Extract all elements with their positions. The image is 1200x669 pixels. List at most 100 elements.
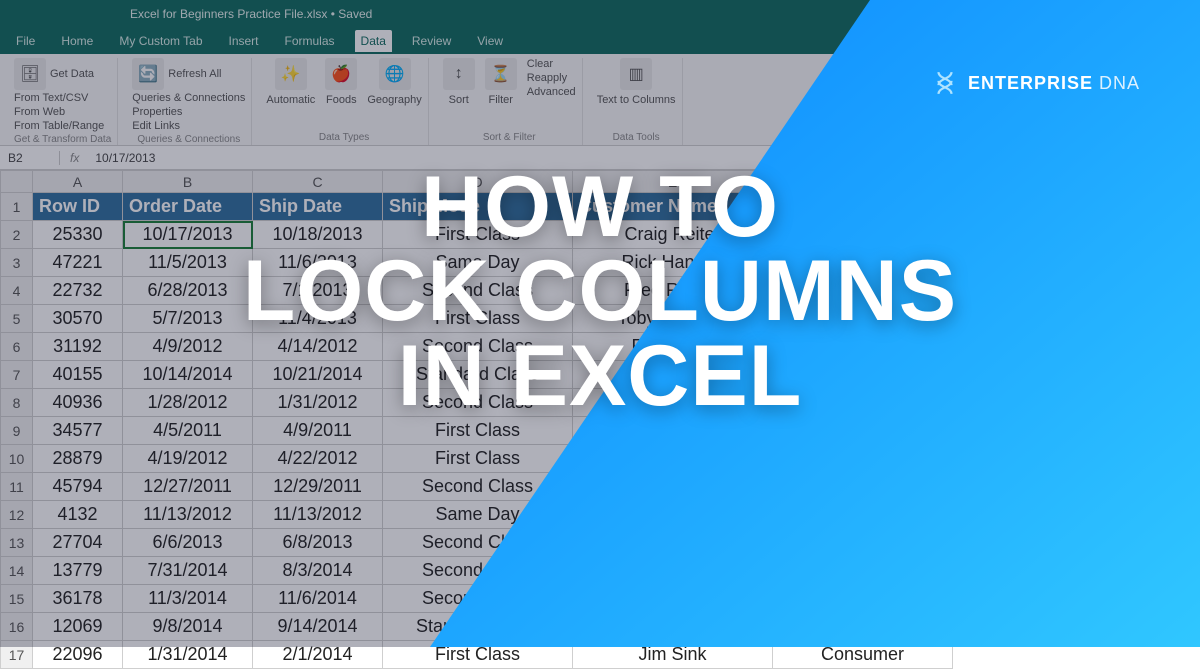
cell[interactable]: 36178 bbox=[33, 585, 123, 613]
cell[interactable]: 7/31/2014 bbox=[123, 557, 253, 585]
row-header[interactable]: 11 bbox=[1, 473, 33, 501]
table-row[interactable]: 13277046/6/20136/8/2013Second ClassPeter… bbox=[1, 529, 953, 557]
cell[interactable]: 5/7/2013 bbox=[123, 305, 253, 333]
data-type-foods[interactable]: 🍎 Foods bbox=[325, 58, 357, 106]
row-header[interactable]: 2 bbox=[1, 221, 33, 249]
cell[interactable]: 1/31/2014 bbox=[123, 641, 253, 669]
filter-button[interactable]: ⏳ Filter bbox=[485, 58, 517, 106]
table-row[interactable]: 10288794/19/20124/22/2012First ClassAnth… bbox=[1, 445, 953, 473]
tab-home[interactable]: Home bbox=[55, 30, 99, 52]
row-header[interactable]: 13 bbox=[1, 529, 33, 557]
get-data-button[interactable]: 🗄 Get Data bbox=[14, 58, 111, 90]
from-text-csv-button[interactable]: From Text/CSV bbox=[14, 92, 111, 104]
queries-connections-button[interactable]: Queries & Connections bbox=[132, 92, 245, 104]
cell[interactable]: 11/13/2012 bbox=[253, 501, 383, 529]
cell[interactable]: 28879 bbox=[33, 445, 123, 473]
cell[interactable]: Vicky Freymann bbox=[573, 501, 773, 529]
text-to-columns-button[interactable]: ▥ Text to Columns bbox=[597, 58, 676, 106]
tab-view[interactable]: View bbox=[471, 30, 509, 52]
cell[interactable]: 25330 bbox=[33, 221, 123, 249]
tab-file[interactable]: File bbox=[10, 30, 41, 52]
cell[interactable]: 4/22/2012 bbox=[253, 445, 383, 473]
name-box[interactable]: B2 bbox=[0, 151, 60, 165]
cell[interactable]: 4132 bbox=[33, 501, 123, 529]
row-header[interactable]: 3 bbox=[1, 249, 33, 277]
cell[interactable]: 22732 bbox=[33, 277, 123, 305]
cell[interactable]: First Class bbox=[383, 445, 573, 473]
cell[interactable]: First Class bbox=[383, 641, 573, 669]
cell[interactable]: 31192 bbox=[33, 333, 123, 361]
cell[interactable]: 45794 bbox=[33, 473, 123, 501]
properties-button[interactable]: Properties bbox=[132, 106, 245, 118]
cell[interactable]: Peter Fuller bbox=[573, 529, 773, 557]
cell[interactable]: 11/5/2013 bbox=[123, 249, 253, 277]
cell[interactable]: Second Class bbox=[383, 557, 573, 585]
edit-links-button[interactable]: Edit Links bbox=[132, 120, 245, 132]
from-web-button[interactable]: From Web bbox=[14, 106, 111, 118]
data-type-automatic[interactable]: ✨ Automatic bbox=[266, 58, 315, 106]
search-box[interactable]: 🔍 Search (Alt+Q) bbox=[1010, 5, 1190, 23]
cell[interactable]: Consumer bbox=[773, 501, 953, 529]
row-header[interactable]: 14 bbox=[1, 557, 33, 585]
tab-formulas[interactable]: Formulas bbox=[279, 30, 341, 52]
cell[interactable]: Consumer bbox=[773, 529, 953, 557]
cell[interactable]: 12/27/2011 bbox=[123, 473, 253, 501]
row-header[interactable]: 8 bbox=[1, 389, 33, 417]
cell[interactable]: 1/28/2012 bbox=[123, 389, 253, 417]
reapply-button[interactable]: Reapply bbox=[527, 72, 576, 84]
cell[interactable]: Second Class bbox=[383, 585, 573, 613]
cell[interactable]: Consumer bbox=[773, 473, 953, 501]
cell[interactable]: Thomas Boland bbox=[573, 585, 773, 613]
col-header-A[interactable]: A bbox=[33, 171, 123, 193]
cell[interactable]: 11/13/2012 bbox=[123, 501, 253, 529]
tab-insert[interactable]: Insert bbox=[223, 30, 265, 52]
tab-data[interactable]: Data bbox=[355, 30, 392, 52]
cell[interactable]: 40936 bbox=[33, 389, 123, 417]
cell[interactable]: 2/1/2014 bbox=[253, 641, 383, 669]
from-table-range-button[interactable]: From Table/Range bbox=[14, 120, 111, 132]
cell[interactable]: Patrick Jones bbox=[573, 613, 773, 641]
row-header[interactable]: 10 bbox=[1, 445, 33, 473]
tab-custom[interactable]: My Custom Tab bbox=[113, 30, 208, 52]
cell[interactable]: 8/3/2014 bbox=[253, 557, 383, 585]
cell[interactable]: Standard Class bbox=[383, 613, 573, 641]
cell[interactable]: 22096 bbox=[33, 641, 123, 669]
row-header[interactable]: 7 bbox=[1, 361, 33, 389]
cell[interactable]: Second Class bbox=[383, 473, 573, 501]
row-header[interactable]: 9 bbox=[1, 417, 33, 445]
clear-filter-button[interactable]: Clear bbox=[527, 58, 576, 70]
row-header[interactable]: 15 bbox=[1, 585, 33, 613]
cell[interactable]: 10/14/2014 bbox=[123, 361, 253, 389]
cell[interactable]: 13779 bbox=[33, 557, 123, 585]
cell[interactable]: 6/28/2013 bbox=[123, 277, 253, 305]
cell[interactable]: 10/17/2013 bbox=[123, 221, 253, 249]
fx-icon[interactable]: fx bbox=[60, 151, 89, 165]
cell[interactable]: 12069 bbox=[33, 613, 123, 641]
cell[interactable]: Consumer bbox=[773, 641, 953, 669]
cell[interactable]: 47221 bbox=[33, 249, 123, 277]
cell[interactable]: 11/6/2014 bbox=[253, 585, 383, 613]
cell[interactable]: 11/3/2014 bbox=[123, 585, 253, 613]
cell[interactable]: Same Day bbox=[383, 501, 573, 529]
formula-input[interactable]: 10/17/2013 bbox=[89, 151, 161, 165]
advanced-filter-button[interactable]: Advanced bbox=[527, 86, 576, 98]
cell[interactable]: 34577 bbox=[33, 417, 123, 445]
row-header[interactable]: 17 bbox=[1, 641, 33, 669]
row-header[interactable]: 16 bbox=[1, 613, 33, 641]
table-row[interactable]: 114579412/27/201112/29/2011Second ClassM… bbox=[1, 473, 953, 501]
tab-review[interactable]: Review bbox=[406, 30, 457, 52]
cell[interactable]: 4/19/2012 bbox=[123, 445, 253, 473]
cell[interactable]: Consumer bbox=[773, 613, 953, 641]
table-row[interactable]: 17220961/31/20142/1/2014First ClassJim S… bbox=[1, 641, 953, 669]
cell[interactable]: Anthony Jacobs bbox=[573, 445, 773, 473]
cell[interactable]: Ben Peterman bbox=[573, 557, 773, 585]
table-row[interactable]: 14137797/31/20148/3/2014Second ClassBen … bbox=[1, 557, 953, 585]
cell[interactable]: Consumer bbox=[773, 585, 953, 613]
table-row[interactable]: 16120699/8/20149/14/2014Standard ClassPa… bbox=[1, 613, 953, 641]
data-type-geography[interactable]: 🌐 Geography bbox=[367, 58, 421, 106]
table-header-cell[interactable]: Row ID bbox=[33, 193, 123, 221]
row-header[interactable]: 5 bbox=[1, 305, 33, 333]
cell[interactable]: 6/8/2013 bbox=[253, 529, 383, 557]
cell[interactable]: 4/9/2012 bbox=[123, 333, 253, 361]
sort-button[interactable]: ↕ Sort bbox=[443, 58, 475, 106]
